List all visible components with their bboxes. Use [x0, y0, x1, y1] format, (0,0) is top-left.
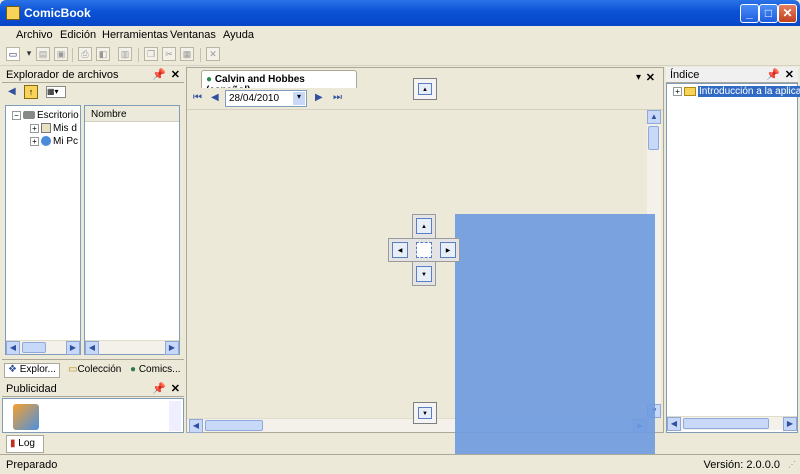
explorer-title: Explorador de archivos	[6, 69, 119, 81]
menu-ayuda[interactable]: Ayuda	[223, 29, 254, 41]
list-hscroll[interactable]: ◀ ▶	[85, 340, 179, 355]
ads-title: Publicidad	[6, 383, 57, 395]
ads-header: Publicidad 📌 ✕	[2, 381, 184, 397]
tab-comics[interactable]: ● Comics...	[130, 364, 181, 375]
folder-icon	[684, 86, 696, 96]
folder-up-icon[interactable]: ↑	[24, 85, 38, 99]
log-icon: ▮	[10, 438, 16, 449]
index-hscroll[interactable]: ◀ ▶	[667, 416, 797, 431]
window-title: ComicBook	[24, 6, 91, 20]
globe-icon: ●	[206, 74, 213, 85]
explorer-close-icon[interactable]: ✕	[171, 68, 180, 81]
ads-close-icon[interactable]: ✕	[171, 382, 180, 395]
dock-left-icon[interactable]: ◀	[392, 242, 408, 258]
index-title: Índice	[670, 69, 700, 81]
title-bar[interactable]: ComicBook _ □ ✕	[0, 0, 800, 26]
dock-center-icon[interactable]	[416, 242, 432, 258]
explorer-toolbar: ◀ ↑ ▦▾	[2, 83, 184, 103]
index-close-icon[interactable]: ✕	[785, 68, 794, 81]
first-page-icon[interactable]: ⏮	[193, 92, 202, 103]
ads-panel: Publicidad 📌 ✕	[2, 381, 184, 433]
view-menu-icon[interactable]: ▦▾	[46, 86, 66, 98]
tree-hscroll[interactable]: ◀ ▶	[6, 340, 80, 355]
maximize-button[interactable]: □	[759, 4, 778, 23]
menu-herramientas[interactable]: Herramientas	[102, 29, 168, 41]
menu-edicion[interactable]: Edición	[60, 29, 96, 41]
status-bar: Preparado Versión: 2.0.0.0 ⋰	[0, 454, 800, 474]
copy-icon[interactable]: ❐	[144, 47, 158, 61]
index-tree[interactable]: + Introducción a la aplicac ◀ ▶	[666, 83, 800, 433]
status-text: Preparado	[6, 459, 58, 471]
dock-guide-bottom-edge[interactable]: ▼	[413, 402, 437, 424]
delete-icon[interactable]: ✕	[206, 47, 220, 61]
date-dropdown-icon[interactable]: ▾	[293, 92, 305, 105]
dock-right-icon[interactable]: ▶	[440, 242, 456, 258]
menu-ventanas[interactable]: Ventanas	[170, 29, 216, 41]
tab-coleccion[interactable]: ▭Colección	[68, 364, 121, 375]
document-tab[interactable]: ● Calvin and Hobbes (español)	[201, 70, 357, 96]
folder-tree[interactable]: − Escritorio + Mis d + Mi Pc ◀ ▶	[5, 105, 81, 355]
documents-icon	[41, 123, 51, 134]
version-text: Versión: 2.0.0.0	[703, 459, 780, 471]
explorer-panel: Explorador de archivos 📌 ✕ ◀ ↑ ▦▾ − Escri…	[2, 67, 184, 380]
prev-page-icon[interactable]: ◀	[211, 92, 219, 103]
dock-guide-top-edge[interactable]: ▲	[413, 78, 437, 100]
dock-preview-overlay	[455, 214, 655, 474]
desktop-icon	[23, 111, 35, 120]
cut-icon[interactable]: ✂	[162, 47, 176, 61]
open-icon[interactable]: ▤	[36, 47, 50, 61]
new-icon[interactable]: ▭	[6, 47, 20, 61]
pin-icon[interactable]: 📌	[152, 68, 166, 81]
computer-icon	[41, 136, 51, 147]
tab-log[interactable]: ▮ Log	[6, 435, 44, 453]
msn-butterfly-icon[interactable]	[13, 404, 39, 430]
app-icon	[6, 6, 20, 20]
close-button[interactable]: ✕	[778, 4, 797, 23]
back-icon[interactable]: ◀	[8, 86, 16, 97]
new-dropdown-icon[interactable]: ▾	[22, 47, 36, 61]
print-icon[interactable]: ⎙	[78, 47, 92, 61]
print-preview-icon[interactable]: ◧	[96, 47, 110, 61]
tree-item-mi-pc[interactable]: + Mi Pc	[30, 136, 78, 149]
last-page-icon[interactable]: ⏭	[333, 92, 342, 103]
toolbar: ▭ ▾ ▤ ▣ ⎙ ◧ ▥ ❐ ✂ ▦ ✕	[0, 44, 800, 66]
column-header-nombre[interactable]: Nombre	[85, 106, 179, 122]
next-page-icon[interactable]: ▶	[315, 92, 323, 103]
index-panel: Índice 📌 ✕ + Introducción a la aplicac ◀ …	[666, 67, 800, 433]
pin-icon[interactable]: 📌	[152, 382, 166, 395]
paste-icon[interactable]: ▦	[180, 47, 194, 61]
ads-vscroll[interactable]	[169, 401, 181, 431]
tree-item-mis-documentos[interactable]: + Mis d	[30, 123, 77, 136]
pin-icon[interactable]: 📌	[766, 68, 780, 81]
tab-explorador[interactable]: ❖ Explor...	[4, 363, 60, 378]
explorer-tabs: ❖ Explor... ▭Colección ● Comics...	[2, 359, 184, 379]
index-header: Índice 📌 ✕	[666, 67, 798, 83]
explorer-header: Explorador de archivos 📌 ✕	[2, 67, 184, 83]
dock-guide-cross: ▲ ▼ ◀ ▶	[388, 214, 460, 286]
tab-list-dropdown-icon[interactable]: ▾	[636, 72, 641, 83]
file-list[interactable]: Nombre ◀ ▶	[84, 105, 180, 355]
dock-bottom-icon[interactable]: ▼	[416, 266, 432, 282]
resize-grip-icon[interactable]: ⋰	[788, 460, 796, 469]
document-close-icon[interactable]: ✕	[646, 71, 655, 84]
minimize-button[interactable]: _	[740, 4, 759, 23]
date-picker[interactable]: 28/04/2010 ▾	[225, 90, 307, 107]
menu-archivo[interactable]: Archivo	[16, 29, 53, 41]
index-item[interactable]: + Introducción a la aplicac	[673, 86, 800, 99]
tree-item-escritorio[interactable]: − Escritorio	[12, 110, 79, 123]
save-icon[interactable]: ▣	[54, 47, 68, 61]
dock-top-icon[interactable]: ▲	[416, 218, 432, 234]
properties-icon[interactable]: ▥	[118, 47, 132, 61]
menu-bar: Archivo Edición Herramientas Ventanas Ay…	[0, 26, 800, 44]
